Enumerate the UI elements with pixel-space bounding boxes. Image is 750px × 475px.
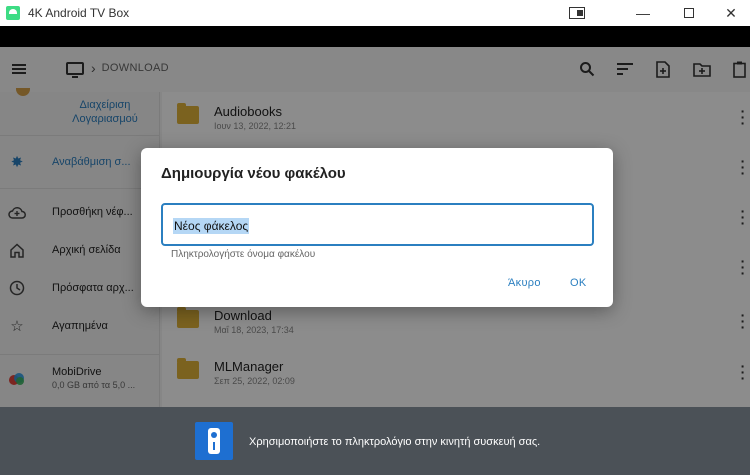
window-title: 4K Android TV Box xyxy=(28,6,130,20)
maximize-icon[interactable] xyxy=(666,0,712,26)
remote-control-icon xyxy=(195,422,233,460)
folder-name-value[interactable]: Νέος φάκελος xyxy=(173,218,250,234)
folder-name-input[interactable]: Νέος φάκελος xyxy=(161,203,594,246)
input-helper-text: Πληκτρολογήστε όνομα φακέλου xyxy=(171,249,316,260)
keyboard-hint-bar: Χρησιμοποιήστε το πληκτρολόγιο στην κινη… xyxy=(0,407,750,475)
minimize-icon[interactable]: — xyxy=(620,0,666,26)
cancel-button[interactable]: Άκυρο xyxy=(508,277,541,289)
app-icon xyxy=(6,6,20,20)
keyboard-hint-text: Χρησιμοποιήστε το πληκτρολόγιο στην κινη… xyxy=(249,436,541,448)
device-status-strip xyxy=(0,26,750,47)
dialog-title: Δημιουργία νέου φακέλου xyxy=(161,165,346,182)
close-icon[interactable]: ✕ xyxy=(708,0,750,26)
window-titlebar: 4K Android TV Box — ✕ xyxy=(0,0,750,26)
cast-icon[interactable] xyxy=(554,0,600,26)
ok-button[interactable]: OK xyxy=(570,277,587,289)
new-folder-dialog: Δημιουργία νέου φακέλου Νέος φάκελος Πλη… xyxy=(141,148,613,307)
